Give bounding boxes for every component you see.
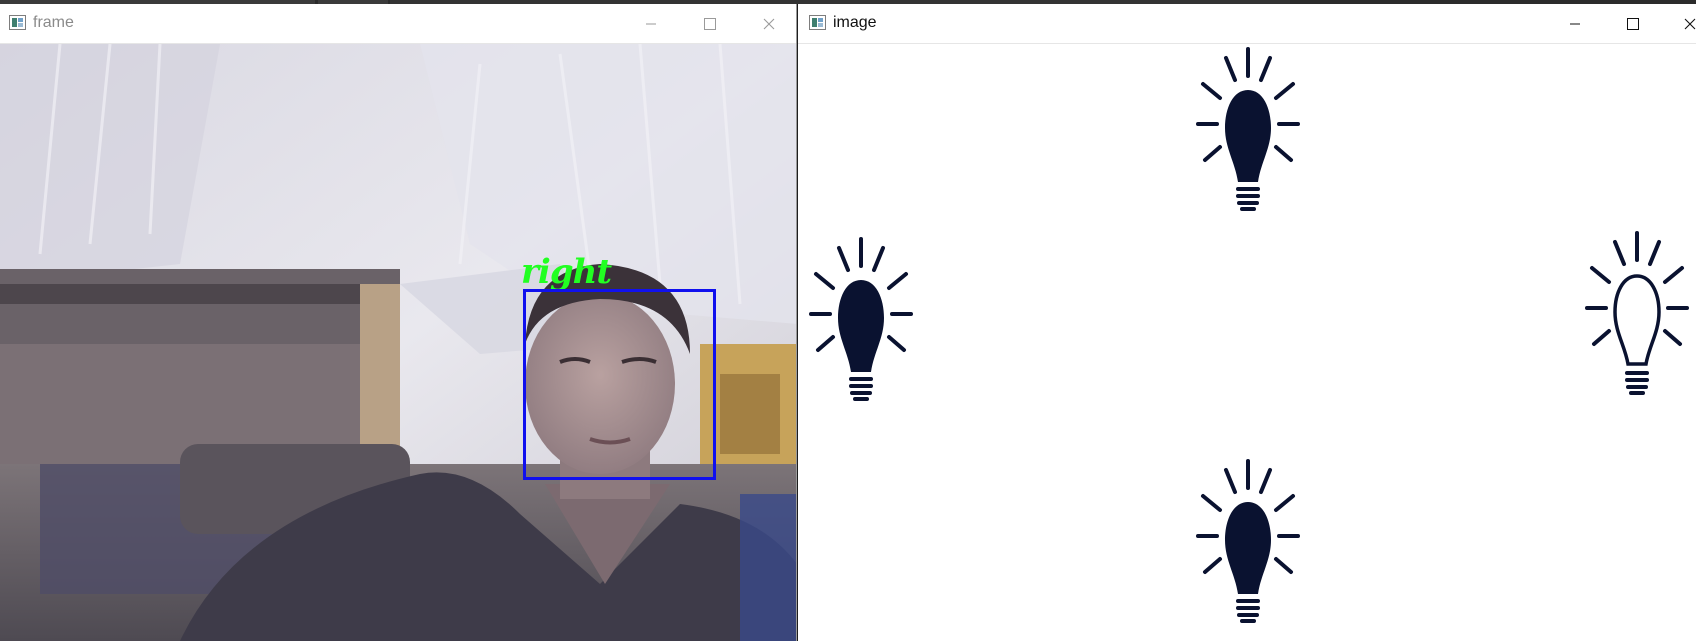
maximize-button[interactable] xyxy=(1610,4,1656,43)
minimize-icon xyxy=(646,23,656,24)
frame-titlebar[interactable]: frame xyxy=(0,4,796,44)
close-button[interactable] xyxy=(746,4,792,43)
image-content xyxy=(798,44,1696,641)
frame-window: frame right xyxy=(0,4,797,641)
lightbulb-left-icon xyxy=(806,236,916,406)
maximize-button[interactable] xyxy=(687,4,733,43)
frame-content: right xyxy=(0,44,796,641)
minimize-button[interactable] xyxy=(628,4,674,43)
window-title: image xyxy=(833,14,877,31)
lightbulb-bottom-icon xyxy=(1193,458,1303,628)
maximize-icon xyxy=(1627,17,1639,30)
face-bounding-box xyxy=(523,289,716,480)
maximize-icon xyxy=(704,17,716,30)
lightbulb-right-outline-icon xyxy=(1582,230,1692,400)
window-title: frame xyxy=(33,14,74,31)
image-titlebar[interactable]: image xyxy=(798,4,1696,44)
image-window: image xyxy=(798,4,1696,641)
close-button[interactable] xyxy=(1667,4,1696,43)
window-app-icon xyxy=(809,15,826,30)
minimize-button[interactable] xyxy=(1552,4,1598,43)
lightbulb-top-icon xyxy=(1193,46,1303,216)
detection-label: right xyxy=(521,252,612,292)
window-app-icon xyxy=(9,15,26,30)
close-icon xyxy=(763,18,775,29)
minimize-icon xyxy=(1570,23,1580,24)
close-icon xyxy=(1684,18,1696,29)
